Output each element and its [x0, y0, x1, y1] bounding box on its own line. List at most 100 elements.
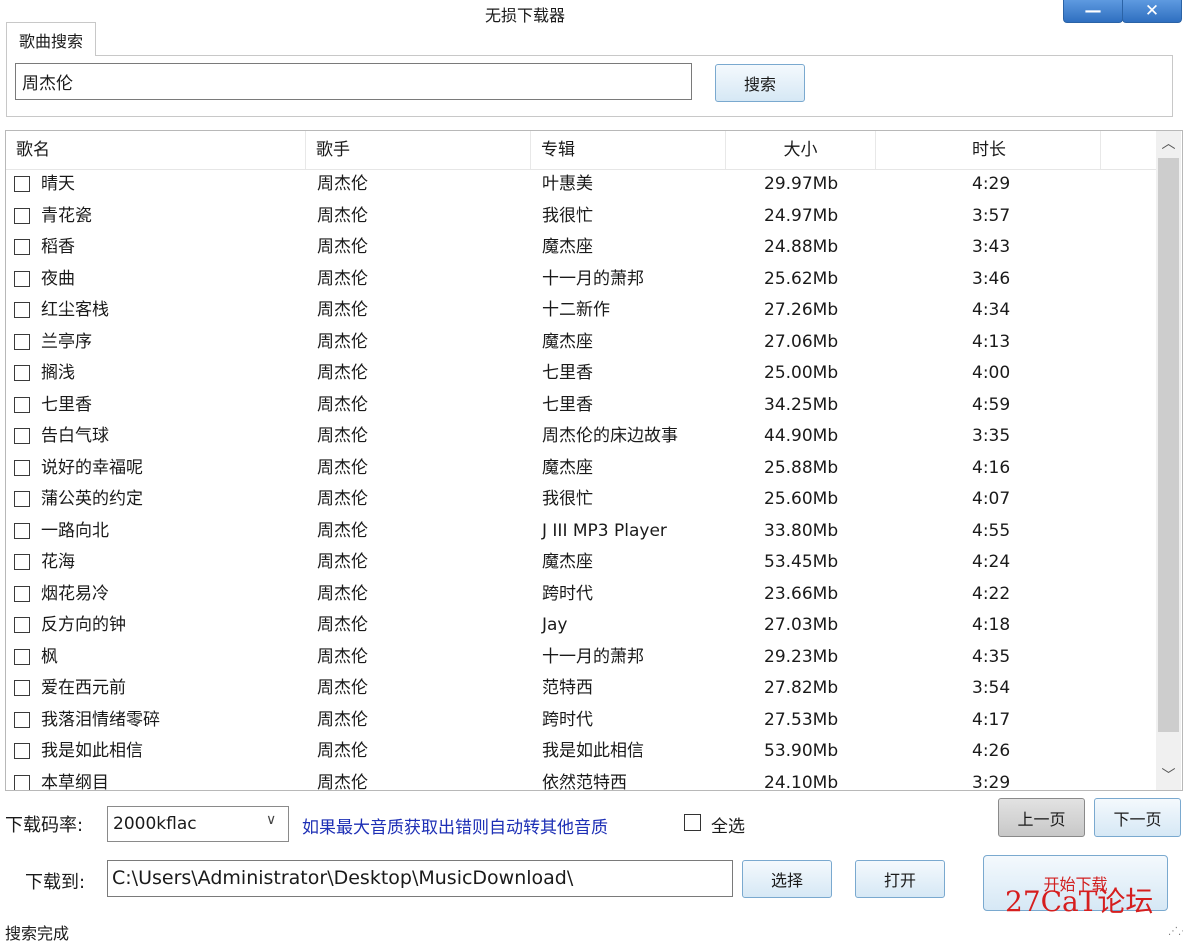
row-checkbox[interactable]: [14, 491, 30, 507]
duration-cell: 3:43: [972, 237, 1011, 257]
table-row[interactable]: 夜曲 周杰伦 十一月的萧邦 25.62Mb 3:46: [6, 264, 1156, 295]
close-button[interactable]: ✕: [1122, 0, 1182, 23]
table-row[interactable]: 烟花易冷 周杰伦 跨时代 23.66Mb 4:22: [6, 579, 1156, 610]
artist-cell: 周杰伦: [317, 489, 368, 509]
table-row[interactable]: 反方向的钟 周杰伦 Jay 27.03Mb 4:18: [6, 610, 1156, 641]
row-checkbox[interactable]: [14, 554, 30, 570]
duration-cell: 4:07: [972, 489, 1011, 509]
select-all-label[interactable]: 全选: [711, 812, 745, 837]
table-row[interactable]: 花海 周杰伦 魔杰座 53.45Mb 4:24: [6, 547, 1156, 578]
close-icon: ✕: [1144, 1, 1160, 21]
scroll-up-icon[interactable]: ︿: [1156, 131, 1181, 157]
table-row[interactable]: 我落泪情绪零碎 周杰伦 跨时代 27.53Mb 4:17: [6, 705, 1156, 736]
table-row[interactable]: 告白气球 周杰伦 周杰伦的床边故事 44.90Mb 3:35: [6, 421, 1156, 452]
duration-cell: 4:22: [972, 583, 1011, 604]
scrollbar-thumb[interactable]: [1158, 158, 1179, 732]
bitrate-select[interactable]: 2000kflac: [107, 806, 289, 842]
row-checkbox[interactable]: [14, 774, 30, 790]
window-title: 无损下载器: [484, 6, 565, 25]
scroll-down-icon[interactable]: ﹀: [1156, 763, 1181, 789]
status-text: 搜索完成: [5, 924, 70, 943]
row-checkbox[interactable]: [14, 459, 30, 476]
song-title-cell: 爱在西元前: [41, 678, 126, 698]
table-row[interactable]: 青花瓷 周杰伦 我很忙 24.97Mb 3:57: [6, 201, 1156, 232]
row-checkbox[interactable]: [14, 585, 30, 602]
duration-cell: 3:46: [972, 268, 1011, 289]
table-row[interactable]: 七里香 周杰伦 七里香 34.25Mb 4:59: [6, 390, 1156, 421]
duration-cell: 3:57: [972, 205, 1011, 226]
column-header[interactable]: 大小: [726, 131, 876, 169]
artist-cell: 周杰伦: [317, 394, 368, 415]
table-row[interactable]: 红尘客栈 周杰伦 十二新作 27.26Mb 4:34: [6, 295, 1156, 326]
row-checkbox[interactable]: [14, 365, 30, 381]
artist-cell: 周杰伦: [317, 300, 368, 320]
tab-song-search[interactable]: 歌曲搜索: [6, 22, 96, 56]
album-cell: 十二新作: [542, 300, 610, 320]
album-cell: 我很忙: [542, 489, 593, 509]
bitrate-label: 下载码率:: [5, 815, 84, 836]
table-row[interactable]: 说好的幸福呢 周杰伦 魔杰座 25.88Mb 4:16: [6, 453, 1156, 484]
size-cell: 27.53Mb: [764, 709, 839, 730]
song-list: 歌名 歌手 专辑 大小 时长 晴天 周杰伦 叶惠美 29.97Mb 4:29 青花瓷 周杰伦 我很忙 2…: [5, 130, 1183, 791]
song-title-cell: 我是如此相信: [41, 741, 143, 761]
download-path-field[interactable]: C:\Users\Administrator\Desktop\MusicDown…: [107, 860, 733, 897]
select-all-checkbox[interactable]: [684, 814, 701, 831]
song-title-cell: 晴天: [41, 174, 75, 194]
table-row[interactable]: 一路向北 周杰伦 J III MP3 Player 33.80Mb 4:55: [6, 516, 1156, 547]
table-row[interactable]: 稻香 周杰伦 魔杰座 24.88Mb 3:43: [6, 232, 1156, 263]
song-title-cell: 花海: [41, 552, 75, 572]
column-header[interactable]: 歌手: [306, 131, 531, 169]
artist-cell: 周杰伦: [317, 363, 368, 383]
album-cell: Jay: [542, 615, 568, 635]
size-cell: 34.25Mb: [764, 394, 839, 415]
prev-page-button[interactable]: 上一页: [998, 798, 1085, 837]
search-button[interactable]: 搜索: [715, 64, 805, 102]
artist-cell: 周杰伦: [317, 741, 368, 761]
row-checkbox[interactable]: [14, 522, 30, 539]
column-header[interactable]: 时长: [876, 131, 1101, 169]
row-checkbox[interactable]: [14, 617, 30, 633]
open-folder-button[interactable]: 打开: [855, 860, 945, 898]
table-row[interactable]: 本草纲目 周杰伦 依然范特西 24.10Mb 3:29: [6, 768, 1156, 791]
row-checkbox[interactable]: [14, 396, 30, 413]
row-checkbox[interactable]: [14, 176, 30, 192]
artist-cell: 周杰伦: [317, 426, 368, 446]
artist-cell: 周杰伦: [317, 709, 368, 730]
column-header[interactable]: 专辑: [531, 131, 726, 169]
duration-cell: 4:29: [972, 174, 1011, 194]
search-input[interactable]: [15, 63, 692, 100]
table-row[interactable]: 搁浅 周杰伦 七里香 25.00Mb 4:00: [6, 358, 1156, 389]
column-header[interactable]: 歌名: [6, 131, 306, 169]
row-checkbox[interactable]: [14, 207, 30, 224]
row-checkbox[interactable]: [14, 743, 30, 759]
row-checkbox[interactable]: [14, 302, 30, 318]
row-checkbox[interactable]: [14, 428, 30, 444]
row-checkbox[interactable]: [14, 333, 30, 350]
album-cell: 魔杰座: [542, 331, 593, 352]
table-row[interactable]: 我是如此相信 周杰伦 我是如此相信 53.90Mb 4:26: [6, 736, 1156, 767]
song-title-cell: 蒲公英的约定: [41, 489, 143, 509]
size-cell: 25.88Mb: [764, 457, 839, 478]
table-row[interactable]: 晴天 周杰伦 叶惠美 29.97Mb 4:29: [6, 169, 1156, 200]
minimize-button[interactable]: —: [1063, 0, 1123, 23]
song-title-cell: 兰亭序: [41, 331, 92, 352]
table-row[interactable]: 蒲公英的约定 周杰伦 我很忙 25.60Mb 4:07: [6, 484, 1156, 515]
row-checkbox[interactable]: [14, 711, 30, 728]
chevron-down-icon[interactable]: ∨: [266, 812, 276, 828]
size-cell: 44.90Mb: [764, 426, 839, 446]
choose-folder-button[interactable]: 选择: [742, 860, 832, 898]
size-cell: 53.45Mb: [764, 552, 839, 572]
next-page-button[interactable]: 下一页: [1094, 798, 1181, 837]
row-checkbox[interactable]: [14, 270, 30, 287]
duration-cell: 4:16: [972, 457, 1011, 478]
row-checkbox[interactable]: [14, 239, 30, 255]
row-checkbox[interactable]: [14, 648, 30, 665]
table-row[interactable]: 兰亭序 周杰伦 魔杰座 27.06Mb 4:13: [6, 327, 1156, 358]
song-title-cell: 七里香: [41, 394, 92, 415]
artist-cell: 周杰伦: [317, 268, 368, 289]
duration-cell: 3:29: [972, 772, 1011, 791]
table-row[interactable]: 爱在西元前 周杰伦 范特西 27.82Mb 3:54: [6, 673, 1156, 704]
table-row[interactable]: 枫 周杰伦 十一月的萧邦 29.23Mb 4:35: [6, 642, 1156, 673]
row-checkbox[interactable]: [14, 680, 30, 696]
resize-grip-icon[interactable]: ⋰⋰: [1168, 926, 1183, 937]
